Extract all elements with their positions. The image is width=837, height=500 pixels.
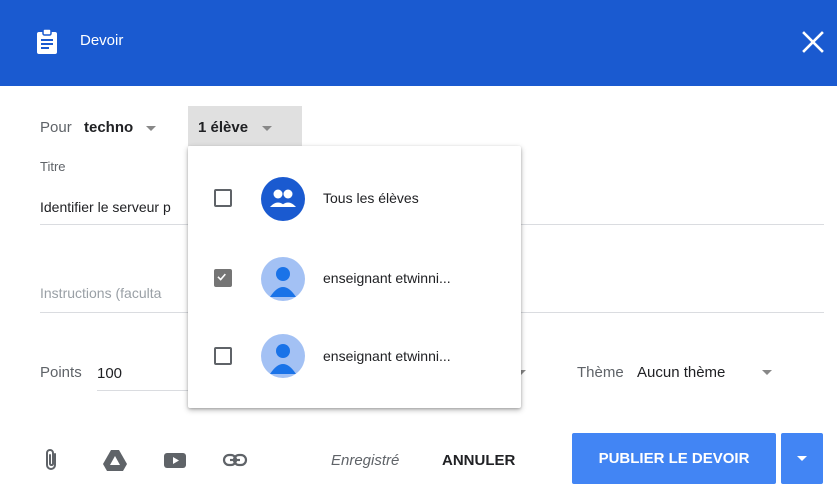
checkbox-checked[interactable] <box>214 269 232 287</box>
points-input[interactable]: 100 <box>97 365 122 382</box>
group-icon <box>261 177 305 221</box>
instructions-input[interactable]: Instructions (faculta <box>40 285 161 301</box>
youtube-icon[interactable] <box>161 446 189 474</box>
student-option-label: Tous les élèves <box>323 190 419 206</box>
student-option-all[interactable]: Tous les élèves <box>188 158 521 238</box>
close-icon[interactable] <box>799 28 827 56</box>
pour-label: Pour <box>40 119 72 136</box>
person-icon <box>261 257 305 301</box>
students-select-label: 1 élève <box>198 119 249 136</box>
student-option-label: enseignant etwinni... <box>323 348 451 364</box>
title-input[interactable]: Identifier le serveur p <box>40 199 171 215</box>
dialog-header: Devoir <box>0 0 837 86</box>
saved-status: Enregistré <box>331 452 400 469</box>
check-icon <box>217 273 226 281</box>
student-option[interactable]: enseignant etwinni... <box>188 318 521 398</box>
publish-button-label: PUBLIER LE DEVOIR <box>598 450 750 467</box>
assignment-icon <box>37 29 57 54</box>
chevron-down-icon[interactable] <box>146 126 156 131</box>
attach-icon[interactable] <box>38 446 66 474</box>
publish-button[interactable]: PUBLIER LE DEVOIR <box>572 433 776 484</box>
class-select[interactable]: techno <box>84 119 133 136</box>
chevron-down-icon <box>797 456 807 461</box>
cancel-button[interactable]: ANNULER <box>442 452 515 469</box>
drive-icon[interactable] <box>101 446 129 474</box>
chevron-down-icon <box>262 126 272 131</box>
points-label: Points <box>40 364 82 381</box>
theme-select[interactable]: Aucun thème <box>637 364 725 381</box>
person-icon <box>261 334 305 378</box>
student-option-label: enseignant etwinni... <box>323 270 451 286</box>
link-icon[interactable] <box>221 446 249 474</box>
checkbox[interactable] <box>214 347 232 365</box>
points-underline <box>97 390 188 391</box>
title-label: Titre <box>40 159 66 174</box>
student-option[interactable]: enseignant etwinni... <box>188 238 521 318</box>
chevron-down-icon[interactable] <box>762 370 772 375</box>
students-dropdown: Tous les élèves enseignant etwinni... en… <box>188 146 521 408</box>
checkbox[interactable] <box>214 189 232 207</box>
students-select[interactable]: 1 élève <box>188 106 302 146</box>
dialog-title: Devoir <box>80 32 124 49</box>
theme-label: Thème <box>577 364 624 381</box>
publish-options-button[interactable] <box>781 433 823 484</box>
